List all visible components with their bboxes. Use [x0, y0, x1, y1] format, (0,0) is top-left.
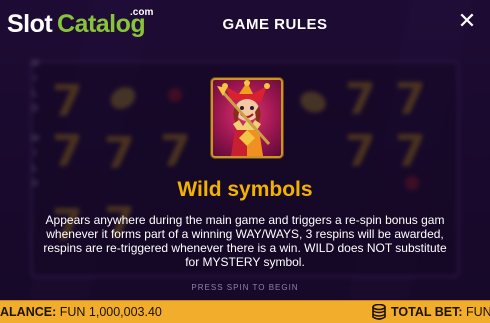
- rules-line: for MYSTERY symbol.: [185, 255, 305, 269]
- balance-label: ALANCE:: [0, 305, 57, 319]
- balance-display: ALANCE: FUN 1,000,003.40: [0, 305, 162, 319]
- rules-line: respins are re-triggered whenever there …: [43, 241, 447, 255]
- bet-label: TOTAL BET:: [391, 305, 463, 319]
- logo-com-text: .com: [130, 7, 154, 18]
- close-icon[interactable]: ✕: [456, 10, 478, 32]
- coin-stack-icon: [372, 304, 386, 320]
- rules-line: whenever it forms part of a winning WAY/…: [46, 227, 444, 241]
- section-heading: Wild symbols: [177, 178, 313, 201]
- rules-description: Appears anywhere during the main game an…: [0, 213, 490, 269]
- bet-value: FUN: [466, 305, 490, 319]
- status-bar: ALANCE: FUN 1,000,003.40 TOTAL BET: FUN: [0, 300, 490, 323]
- press-spin-hint: PRESS SPIN TO BEGIN: [191, 283, 299, 292]
- rules-line: Appears anywhere during the main game an…: [45, 213, 445, 227]
- wild-jester-icon: [211, 78, 283, 158]
- page-title: GAME RULES: [222, 16, 328, 33]
- balance-value: FUN 1,000,003.40: [59, 305, 162, 319]
- total-bet-display: TOTAL BET: FUN: [391, 305, 490, 319]
- logo-slot-text: Slot: [7, 10, 53, 38]
